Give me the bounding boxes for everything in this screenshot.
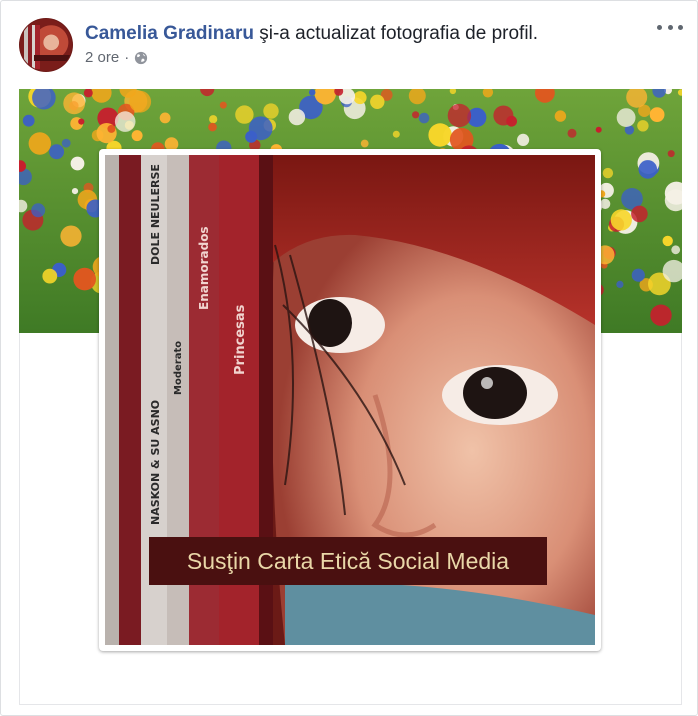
book-spine-label: Moderato xyxy=(173,340,184,395)
book-spine-label: Princesas xyxy=(233,304,248,375)
profile-picture-frame[interactable]: Princesas Enamorados DOLE NEULERSE NASKO… xyxy=(99,149,601,651)
post-action-text: şi-a actualizat fotografia de profil. xyxy=(253,23,539,44)
more-dot xyxy=(657,24,662,30)
post-timestamp[interactable]: 2 ore xyxy=(85,48,119,68)
caption-banner: Susţin Carta Etică Social Media xyxy=(149,537,547,585)
avatar-books xyxy=(24,25,40,69)
post-headline: Camelia Gradinaru şi-a actualizat fotogr… xyxy=(85,21,538,47)
book-spine-label: DOLE NEULERSE xyxy=(149,164,162,265)
caption-text: Susţin Carta Etică Social Media xyxy=(186,547,510,574)
meta-separator: · xyxy=(124,49,130,66)
post-meta: 2 ore · xyxy=(85,48,148,68)
more-dot xyxy=(667,24,673,30)
profile-picture: Princesas Enamorados DOLE NEULERSE NASKO… xyxy=(105,155,595,645)
author-avatar[interactable] xyxy=(19,18,73,72)
avatar-banner xyxy=(34,55,72,61)
book-spine-label: Enamorados xyxy=(197,226,211,310)
author-name-link[interactable]: Camelia Gradinaru xyxy=(85,23,254,44)
more-dot xyxy=(678,24,683,30)
feed-post: Camelia Gradinaru şi-a actualizat fotogr… xyxy=(0,0,698,716)
globe-icon[interactable] xyxy=(134,51,148,65)
more-options-icon[interactable] xyxy=(657,19,683,35)
book-spine-label: NASKON & SU ASNO xyxy=(149,399,162,525)
